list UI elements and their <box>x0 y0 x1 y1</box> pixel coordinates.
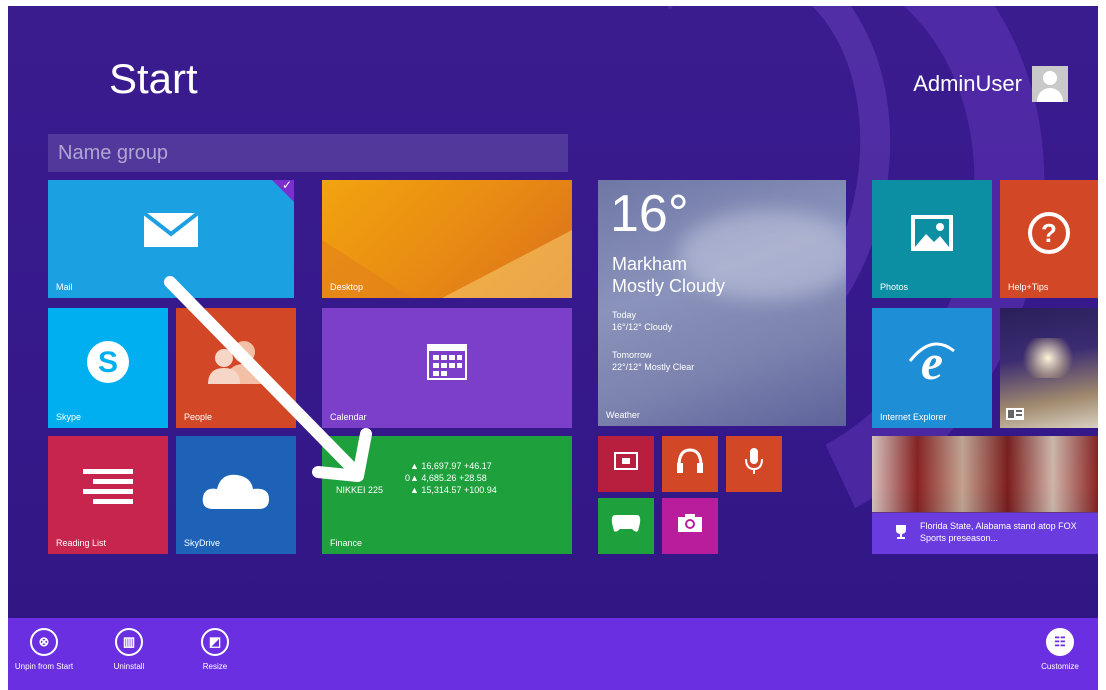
finance-index-name: NIKKEI 225 <box>336 485 384 495</box>
games-controller-icon <box>611 515 641 532</box>
finance-index-value: ▲ 15,314.57 +100.94 <box>410 485 497 495</box>
weather-temperature: 16° <box>610 185 689 243</box>
tile-skydrive[interactable]: SkyDrive <box>176 436 296 554</box>
tile-label: Help+Tips <box>1008 282 1049 292</box>
weather-condition: Mostly Cloudy <box>612 276 726 296</box>
tile-music[interactable] <box>662 436 718 492</box>
photos-icon <box>911 215 953 252</box>
sports-headline: Florida State, Alabama stand atop FOX Sp… <box>920 521 1077 543</box>
tile-label: Weather <box>606 410 640 420</box>
calendar-icon <box>427 344 467 380</box>
unpin-icon: ⊗ <box>30 628 58 656</box>
finance-row: 0▲ 4,685.26 +28.58 <box>336 472 566 484</box>
weather-city: Markham <box>612 254 688 274</box>
tile-photos[interactable]: Photos <box>872 180 992 298</box>
tile-help[interactable]: ? Help+Tips <box>1000 180 1098 298</box>
user-name: AdminUser <box>913 71 1022 96</box>
music-headphones-icon <box>677 448 703 474</box>
mail-icon <box>143 211 199 247</box>
tile-label: Skype <box>56 412 82 422</box>
start-screen: Start AdminUser ✓ Mail Desktop S Skype P… <box>8 6 1098 690</box>
finance-index-value: ▲ 4,685.26 +28.58 <box>410 473 487 483</box>
finance-index-value: ▲ 16,697.97 +46.17 <box>410 461 492 471</box>
tile-video[interactable] <box>598 436 654 492</box>
tile-internet-explorer[interactable]: e Internet Explorer <box>872 308 992 428</box>
tile-people[interactable]: People <box>176 308 296 428</box>
trash-icon: ▥ <box>115 628 143 656</box>
tile-label: Mail <box>56 282 73 292</box>
uninstall-button[interactable]: ▥ Uninstall <box>89 628 169 671</box>
tile-finance[interactable]: ▲ 16,697.97 +46.17 0▲ 4,685.26 +28.58 NI… <box>322 436 572 554</box>
tile-label: Reading List <box>56 538 107 548</box>
user-avatar-icon <box>1032 66 1068 102</box>
news-icon <box>1006 408 1024 420</box>
button-label: Unpin from Start <box>14 662 74 671</box>
internet-explorer-icon: e <box>908 339 955 385</box>
button-label: Resize <box>202 662 228 671</box>
name-group-input[interactable] <box>48 134 568 172</box>
tile-sports[interactable]: Florida State, Alabama stand atop FOX Sp… <box>872 436 1098 554</box>
tile-calendar[interactable]: Calendar <box>322 308 572 428</box>
finance-row: ▲ 16,697.97 +46.17 <box>336 460 566 472</box>
customize-icon: ☷ <box>1046 628 1074 656</box>
check-icon: ✓ <box>281 180 292 192</box>
tile-label: Finance <box>330 538 363 548</box>
button-label: Customize <box>1041 662 1079 671</box>
tile-label: People <box>184 412 213 422</box>
weather-tomorrow: 22°/12° Mostly Clear <box>612 362 695 372</box>
app-bar: ⊗ Unpin from Start ▥ Uninstall ◩ Resize … <box>8 618 1098 690</box>
finance-index-name: 0 <box>404 473 410 483</box>
desktop-wallpaper <box>322 230 572 298</box>
svg-text:?: ? <box>1041 218 1057 248</box>
cloud-icon <box>202 474 269 510</box>
camera-icon <box>678 514 702 533</box>
weather-today-label: Today <box>612 310 637 320</box>
tile-news[interactable] <box>1000 308 1098 428</box>
tile-skype[interactable]: S Skype <box>48 308 168 428</box>
resize-button[interactable]: ◩ Resize <box>175 628 255 671</box>
video-icon <box>614 452 638 471</box>
page-title: Start <box>109 55 198 102</box>
tile-label: Calendar <box>330 412 367 422</box>
tile-label: Desktop <box>330 282 364 292</box>
tile-label: SkyDrive <box>184 538 221 548</box>
reading-list-icon <box>83 469 133 505</box>
button-label: Uninstall <box>113 662 145 671</box>
tile-weather[interactable]: 16° Markham Mostly Cloudy Today 16°/12° … <box>598 180 846 426</box>
tile-camera[interactable] <box>662 498 718 554</box>
sports-photo <box>872 436 1098 512</box>
microphone-icon <box>745 448 763 475</box>
weather-tomorrow-label: Tomorrow <box>612 350 652 360</box>
skype-icon: S <box>87 341 129 383</box>
tile-label: Photos <box>880 282 909 292</box>
weather-today: 16°/12° Cloudy <box>612 322 673 332</box>
unpin-from-start-button[interactable]: ⊗ Unpin from Start <box>8 628 84 671</box>
svg-text:S: S <box>98 346 118 379</box>
news-image-light <box>1018 338 1078 378</box>
tile-mail[interactable]: ✓ Mail <box>48 180 294 298</box>
tile-voice[interactable] <box>726 436 782 492</box>
trophy-icon <box>896 525 906 539</box>
resize-icon: ◩ <box>201 628 229 656</box>
tile-reading-list[interactable]: Reading List <box>48 436 168 554</box>
tile-desktop[interactable]: Desktop <box>322 180 572 298</box>
tile-label: Internet Explorer <box>880 412 947 422</box>
people-icon <box>208 341 262 384</box>
user-account[interactable]: AdminUser <box>913 66 1068 102</box>
help-icon: ? <box>1028 212 1070 255</box>
finance-row: NIKKEI 225 ▲ 15,314.57 +100.94 <box>336 484 566 496</box>
customize-button[interactable]: ☷ Customize <box>1020 628 1098 671</box>
tile-games[interactable] <box>598 498 654 554</box>
